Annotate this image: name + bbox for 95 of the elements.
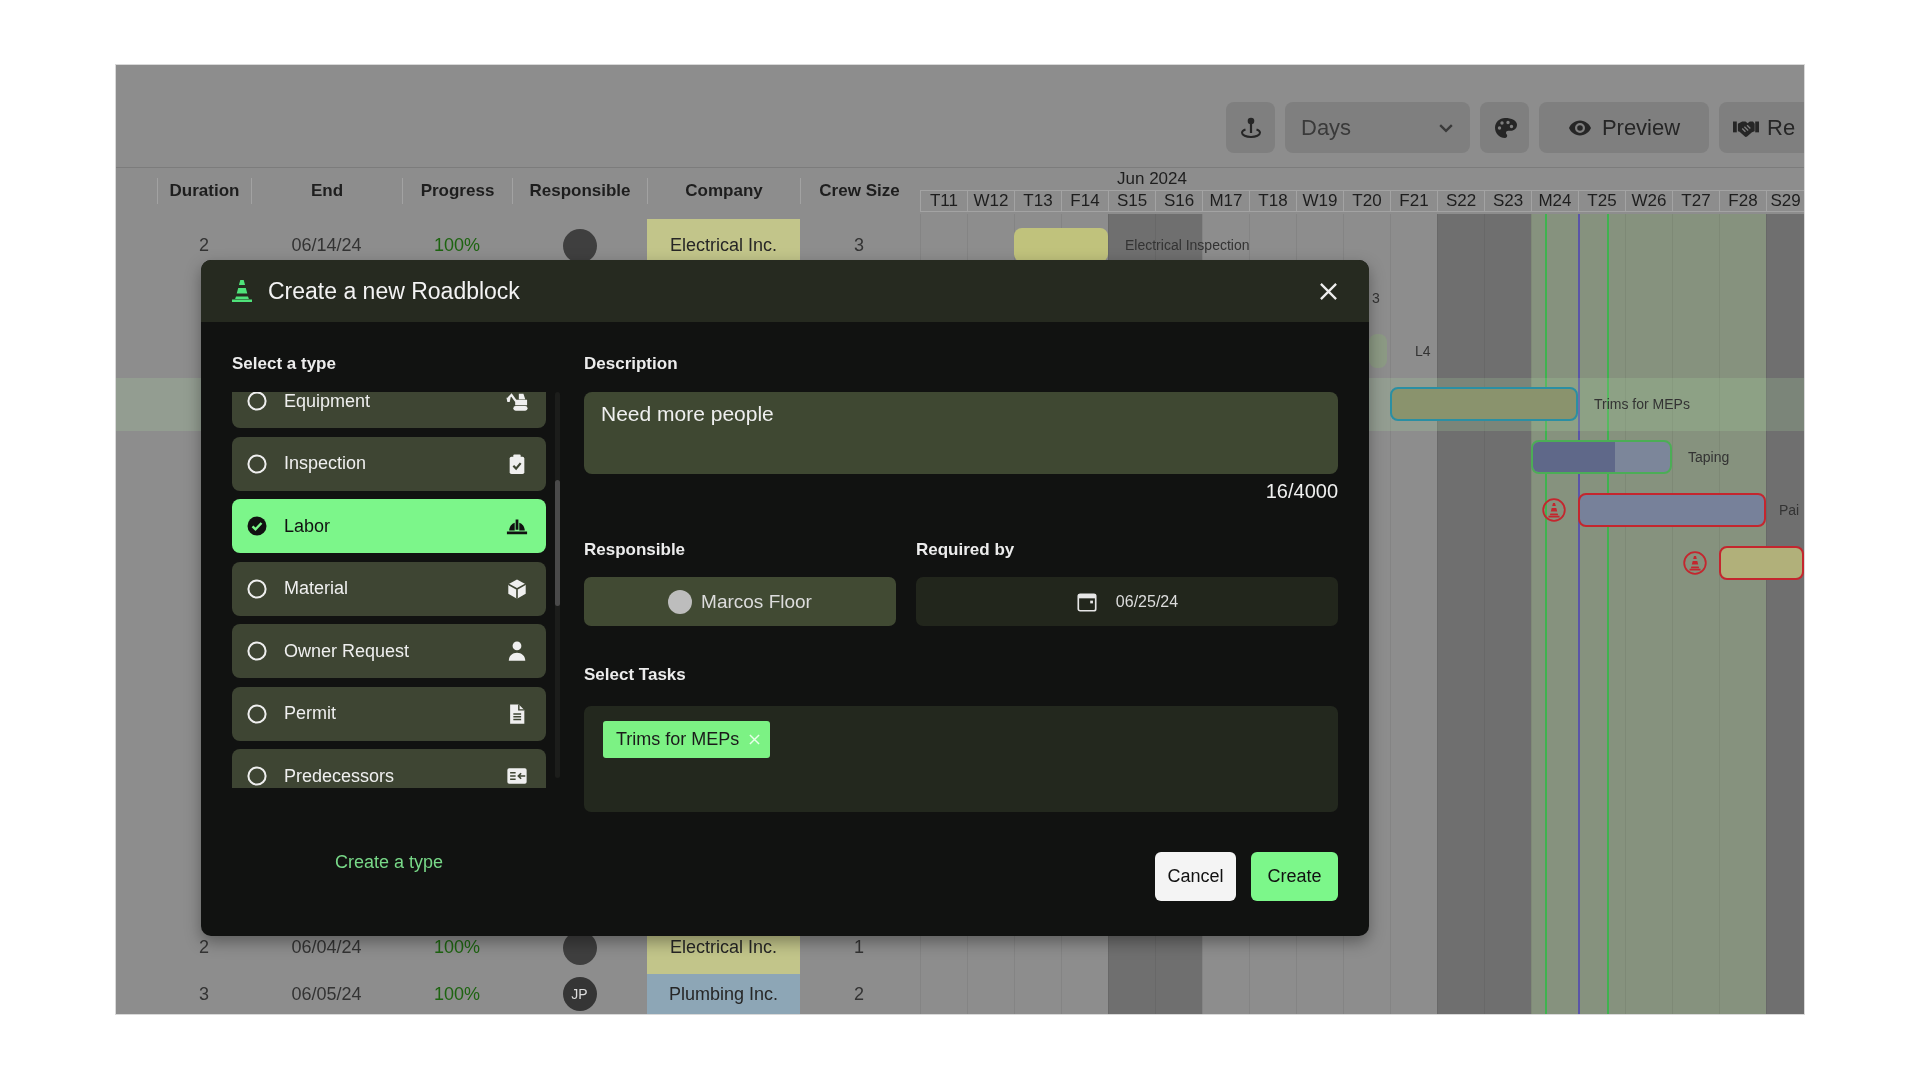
- month-label: Jun 2024: [1117, 169, 1187, 188]
- day-header: W12: [967, 190, 1014, 212]
- tasks-field[interactable]: Trims for MEPs: [584, 706, 1338, 812]
- create-type-link[interactable]: Create a type: [334, 852, 444, 872]
- day-header: T25: [1578, 190, 1625, 212]
- radio-icon: [247, 578, 267, 599]
- column-header: End: [310, 181, 344, 200]
- section-label: Description: [584, 354, 679, 374]
- cancel-button[interactable]: Cancel: [1155, 852, 1236, 901]
- cone-icon[interactable]: [1542, 498, 1566, 522]
- section-label: Select a type: [232, 354, 337, 374]
- type-option[interactable]: Material: [232, 561, 546, 616]
- task-label: 3: [1372, 290, 1380, 307]
- radio-icon: [247, 453, 267, 474]
- close-button[interactable]: [1319, 281, 1338, 301]
- day-header: S15: [1108, 190, 1155, 212]
- day-header: T27: [1672, 190, 1719, 212]
- type-option[interactable]: Predecessors: [232, 749, 546, 788]
- pin-button[interactable]: [1226, 102, 1275, 153]
- section-label: Required by: [916, 540, 1016, 560]
- close-icon: [1319, 281, 1338, 301]
- section-label: Select Tasks: [584, 665, 687, 685]
- column-header: Company: [685, 181, 763, 200]
- progress-value: 100%: [433, 235, 480, 256]
- task-label: Trims for MEPs: [1594, 396, 1690, 413]
- remove-icon[interactable]: [749, 734, 761, 745]
- character-counter: 16/4000: [1265, 481, 1338, 501]
- column-header: Responsible: [529, 181, 631, 200]
- radio-icon: [247, 703, 267, 724]
- preview-button[interactable]: Preview: [1539, 102, 1709, 153]
- pin-icon: [1238, 115, 1263, 140]
- checked-radio-icon: [247, 516, 267, 536]
- day-header: M17: [1202, 190, 1249, 212]
- box-icon: [506, 577, 528, 600]
- day-header: S23: [1484, 190, 1531, 212]
- user-avatar: [562, 228, 597, 263]
- column-header: Crew Size: [819, 181, 900, 200]
- day-header: F14: [1061, 190, 1108, 212]
- handshake-button[interactable]: Re: [1719, 102, 1804, 153]
- day-header: T13: [1014, 190, 1061, 212]
- cone-icon: [232, 280, 252, 302]
- day-header: W26: [1625, 190, 1672, 212]
- end-date: 06/05/24: [291, 983, 362, 1005]
- initials-avatar: JP: [562, 977, 597, 1011]
- radio-icon: [247, 392, 267, 411]
- crew-size-value: 2: [854, 983, 864, 1005]
- dialog-title: Create a new Roadblock: [268, 277, 521, 305]
- end-date: 06/04/24: [291, 937, 362, 958]
- day-header: S16: [1155, 190, 1202, 212]
- day-header: T11: [920, 190, 967, 212]
- day-header: F28: [1719, 190, 1766, 212]
- type-option[interactable]: Permit: [232, 686, 546, 741]
- calendar-icon: [1075, 590, 1098, 613]
- cone-icon[interactable]: [1683, 551, 1707, 575]
- date-field[interactable]: 06/25/24: [916, 577, 1338, 626]
- type-option[interactable]: Inspection: [232, 436, 546, 491]
- duration-value: 3: [199, 983, 209, 1005]
- company-cell: Plumbing Inc.: [647, 974, 800, 1014]
- responsible-select[interactable]: Marcos Floor: [584, 577, 896, 626]
- task-label: Taping: [1688, 449, 1730, 466]
- task-label: L4: [1415, 343, 1431, 360]
- crew-size-value: 3: [854, 235, 864, 256]
- scrollbar-thumb[interactable]: [555, 480, 560, 606]
- crew-size-value: 1: [854, 937, 864, 958]
- progress-value: 100%: [433, 983, 480, 1005]
- task-label: Pai: [1779, 502, 1800, 519]
- progress-value: 100%: [433, 937, 480, 958]
- user-avatar: [668, 589, 693, 614]
- day-header: T20: [1343, 190, 1390, 212]
- day-header: T18: [1249, 190, 1296, 212]
- description-field[interactable]: Need more people: [584, 392, 1338, 474]
- type-option[interactable]: Owner Request: [232, 624, 546, 678]
- section-label: Responsible: [584, 540, 687, 560]
- palette-icon: [1492, 115, 1517, 140]
- end-date: 06/14/24: [291, 235, 362, 256]
- day-header: S29: [1766, 190, 1804, 212]
- day-header: S22: [1437, 190, 1484, 212]
- radio-icon: [247, 766, 267, 786]
- create-button[interactable]: Create: [1251, 852, 1338, 901]
- day-header: W19: [1296, 190, 1343, 212]
- task-bar[interactable]: [1014, 228, 1108, 262]
- palette-button[interactable]: [1480, 102, 1529, 153]
- column-header: Progress: [420, 181, 495, 200]
- duration-value: 2: [199, 235, 209, 256]
- radio-icon: [247, 641, 267, 661]
- day-header: M24: [1531, 190, 1578, 212]
- column-header: Duration: [169, 181, 240, 200]
- excavator-icon: [506, 392, 528, 412]
- user-icon: [506, 640, 528, 662]
- duration-value: 2: [199, 937, 209, 958]
- type-option[interactable]: Equipment: [232, 392, 546, 428]
- day-header: F21: [1390, 190, 1437, 212]
- task-label: Electrical Inspection: [1125, 237, 1250, 254]
- task-chip[interactable]: Trims for MEPs: [603, 721, 771, 758]
- type-option[interactable]: Labor: [232, 499, 546, 553]
